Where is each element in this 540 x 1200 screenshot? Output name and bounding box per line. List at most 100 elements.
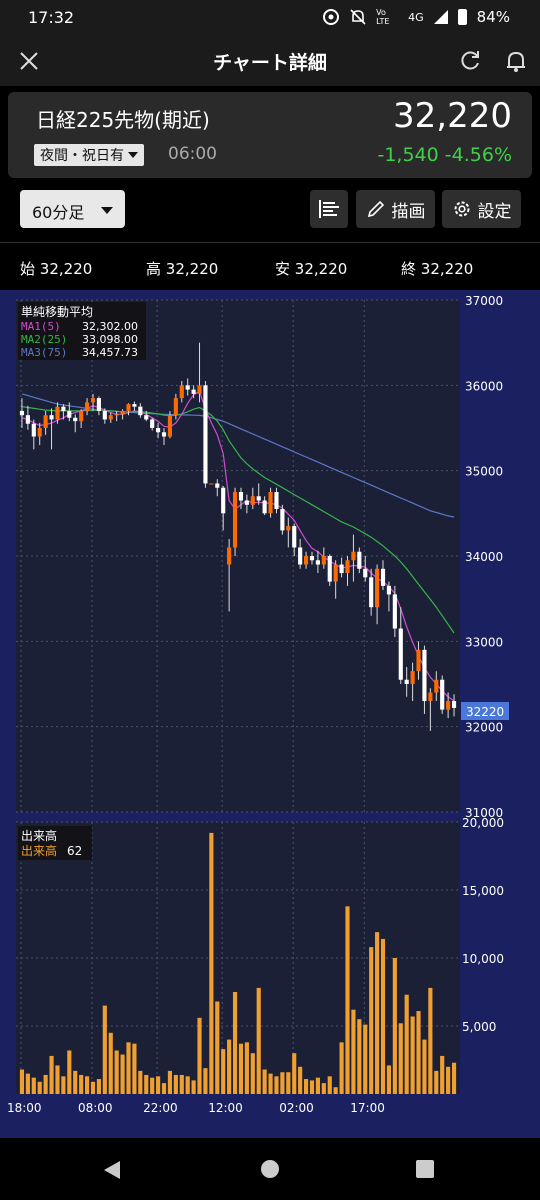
volume-bar[interactable] <box>55 1065 60 1094</box>
candle-body <box>339 564 344 574</box>
volume-bar[interactable] <box>227 1039 232 1094</box>
volume-bar[interactable] <box>345 906 350 1094</box>
interval-dropdown[interactable]: 60分足 <box>20 190 125 228</box>
volume-bar[interactable] <box>197 1017 202 1094</box>
volume-bar[interactable] <box>215 1001 220 1094</box>
volume-bar[interactable] <box>108 1032 113 1094</box>
refresh-icon[interactable] <box>457 48 483 74</box>
volume-bar[interactable] <box>221 1049 226 1094</box>
volume-bar[interactable] <box>84 1076 90 1094</box>
candle[interactable] <box>268 487 273 518</box>
indicator-list-button[interactable] <box>310 190 348 228</box>
volume-bar[interactable] <box>351 1009 356 1094</box>
candle-body <box>315 560 320 565</box>
volume-bar[interactable] <box>363 1024 368 1094</box>
volume-bar[interactable] <box>209 832 214 1094</box>
volume-bar[interactable] <box>339 1042 344 1094</box>
volume-bar[interactable] <box>185 1076 190 1094</box>
volume-bar[interactable] <box>114 1050 119 1094</box>
volume-bar[interactable] <box>303 1079 309 1094</box>
candle[interactable] <box>327 554 332 586</box>
volume-bar[interactable] <box>357 1019 362 1094</box>
volume-bar[interactable] <box>238 1043 244 1094</box>
candle-body <box>55 406 60 420</box>
volume-bar[interactable] <box>90 1081 96 1094</box>
candle-body <box>73 417 78 422</box>
volume-bar[interactable] <box>268 1073 273 1094</box>
volume-bar[interactable] <box>286 1072 291 1094</box>
chart-area[interactable]: 37000 36000 35000 34000 33000 32000 31000 20,00… <box>0 290 540 1138</box>
volume-bar[interactable] <box>96 1079 101 1094</box>
volume-bar[interactable] <box>43 1074 48 1094</box>
volume-bar[interactable] <box>428 987 433 1094</box>
price-volume-chart[interactable]: 3700036000350003400033000320003100020,00… <box>0 290 540 1138</box>
volume-bar[interactable] <box>37 1081 42 1094</box>
volume-bar[interactable] <box>161 1083 167 1094</box>
draw-button[interactable]: 描画 <box>356 190 435 228</box>
volume-bar[interactable] <box>422 1039 427 1094</box>
volume-bar[interactable] <box>398 1023 403 1094</box>
candle[interactable] <box>440 675 445 714</box>
candle[interactable] <box>280 504 285 535</box>
volume-bar[interactable] <box>250 1053 255 1094</box>
volume-bar[interactable] <box>203 1068 208 1094</box>
candle[interactable] <box>203 381 208 488</box>
volume-bar[interactable] <box>321 1083 326 1094</box>
volume-bar[interactable] <box>167 1070 173 1094</box>
volume-bar[interactable] <box>280 1072 285 1094</box>
volume-bar[interactable] <box>327 1076 332 1094</box>
volume-bar[interactable] <box>309 1080 315 1094</box>
candle-body <box>238 492 244 501</box>
candle[interactable] <box>232 487 238 556</box>
volume-bar[interactable] <box>298 1066 303 1094</box>
volume-bar[interactable] <box>451 1062 457 1094</box>
volume-bar[interactable] <box>79 1074 84 1094</box>
volume-bar[interactable] <box>179 1074 184 1094</box>
settings-button[interactable]: 設定 <box>442 190 521 228</box>
volume-legend-value: 62 <box>67 844 82 858</box>
volume-bar[interactable] <box>61 1076 66 1094</box>
volume-bar[interactable] <box>274 1076 279 1094</box>
volume-bar[interactable] <box>369 947 374 1094</box>
volume-bar[interactable] <box>25 1073 30 1094</box>
volume-bar[interactable] <box>404 994 409 1094</box>
volume-bar[interactable] <box>392 958 397 1094</box>
volume-bar[interactable] <box>446 1066 451 1094</box>
volume-bar[interactable] <box>150 1077 155 1094</box>
recents-icon[interactable] <box>415 1159 435 1179</box>
volume-bar[interactable] <box>410 1016 415 1094</box>
volume-bar[interactable] <box>386 1065 392 1094</box>
volume-bar[interactable] <box>19 1069 25 1094</box>
volume-bar[interactable] <box>380 938 386 1094</box>
volume-bar[interactable] <box>315 1077 320 1094</box>
volume-bar[interactable] <box>244 1042 249 1094</box>
volume-bar[interactable] <box>120 1054 125 1094</box>
volume-bar[interactable] <box>156 1076 161 1094</box>
back-icon[interactable] <box>100 1158 124 1182</box>
volume-bar[interactable] <box>256 987 261 1094</box>
volume-bar[interactable] <box>232 992 238 1094</box>
bell-icon[interactable] <box>503 48 529 74</box>
volume-bar[interactable] <box>173 1074 178 1094</box>
volume-bar[interactable] <box>416 1011 421 1094</box>
volume-bar[interactable] <box>191 1080 196 1094</box>
low-value: 32,220 <box>294 260 348 278</box>
volume-bar[interactable] <box>292 1053 297 1094</box>
volume-bar[interactable] <box>333 1087 338 1094</box>
candle[interactable] <box>209 483 214 485</box>
volume-bar[interactable] <box>126 1042 131 1094</box>
volume-bar[interactable] <box>440 1055 445 1094</box>
session-selector[interactable]: 夜間・祝日有 <box>34 144 144 166</box>
home-icon[interactable] <box>259 1158 281 1180</box>
volume-bar[interactable] <box>262 1069 267 1094</box>
volume-bar[interactable] <box>73 1070 78 1094</box>
volume-bar[interactable] <box>144 1074 149 1094</box>
volume-bar[interactable] <box>67 1050 72 1094</box>
volume-bar[interactable] <box>132 1043 137 1094</box>
volume-bar[interactable] <box>49 1055 54 1094</box>
volume-bar[interactable] <box>138 1070 143 1094</box>
volume-bar[interactable] <box>375 932 380 1094</box>
volume-bar[interactable] <box>434 1070 439 1094</box>
volume-bar[interactable] <box>102 1005 107 1094</box>
volume-bar[interactable] <box>31 1077 36 1094</box>
